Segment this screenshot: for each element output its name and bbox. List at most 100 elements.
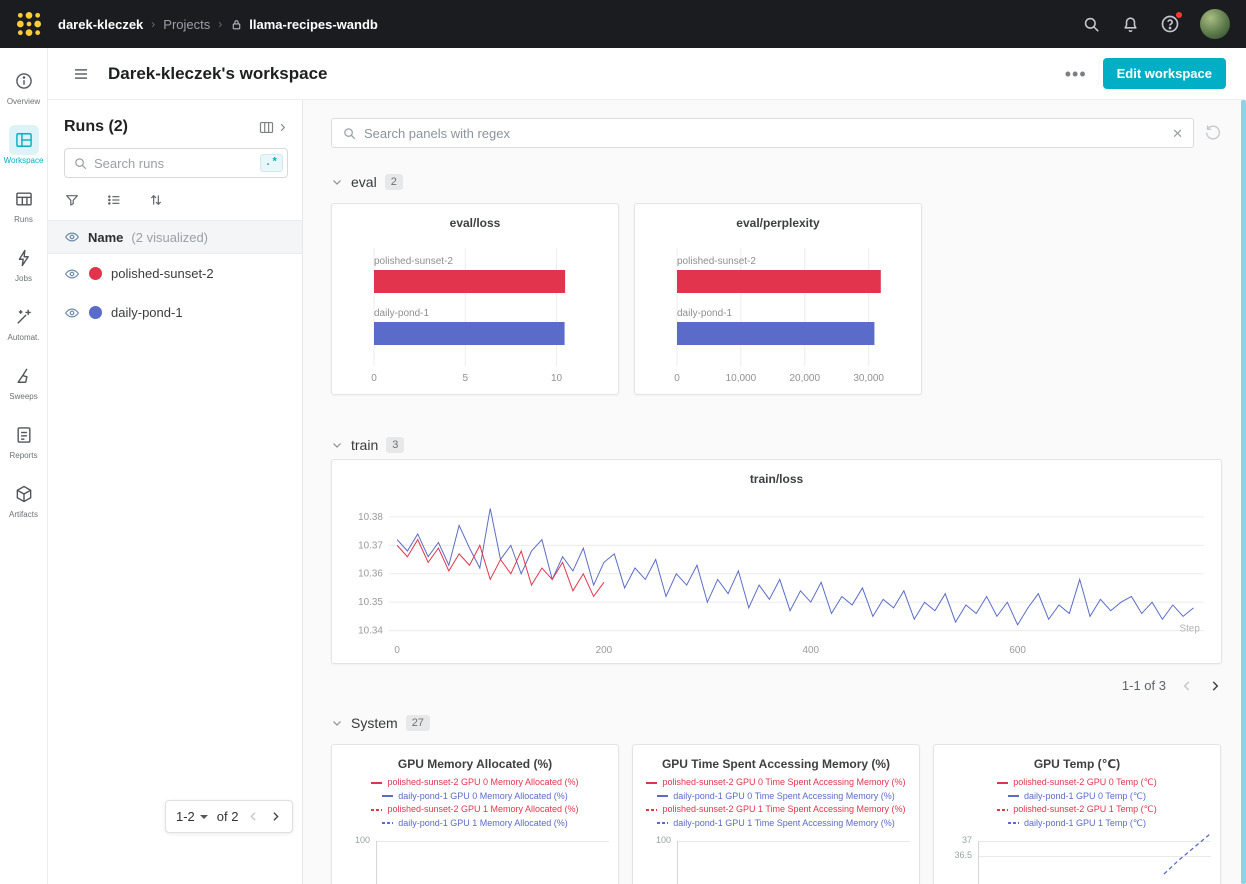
legend-item[interactable]: daily-pond-1 GPU 0 Temp (℃) [934, 791, 1220, 803]
sidebar-item-artifacts[interactable]: Artifacts [0, 479, 48, 538]
breadcrumb-project[interactable]: llama-recipes-wandb [249, 17, 378, 32]
breadcrumb-projects[interactable]: Projects [163, 17, 210, 32]
eye-icon[interactable] [64, 229, 80, 245]
filter-icon[interactable] [64, 192, 80, 208]
page-total: of 2 [217, 809, 239, 824]
chevron-down-icon[interactable] [331, 439, 343, 451]
regex-toggle-button[interactable]: .* [260, 154, 283, 172]
chart-title: GPU Memory Allocated (%) [332, 757, 618, 771]
prev-page-button[interactable] [1180, 679, 1194, 693]
svg-text:10.36: 10.36 [358, 569, 383, 580]
runs-table-header: Name (2 visualized) [48, 220, 302, 254]
legend-item[interactable]: polished-sunset-2 GPU 1 Temp (℃) [934, 804, 1220, 816]
wandb-logo-icon[interactable] [16, 11, 42, 37]
legend-item[interactable]: daily-pond-1 GPU 1 Temp (℃) [934, 818, 1220, 830]
run-name[interactable]: daily-pond-1 [111, 305, 183, 320]
legend-item[interactable]: polished-sunset-2 GPU 0 Time Spent Acces… [633, 777, 919, 789]
runs-search-box: .* [64, 148, 288, 178]
help-icon[interactable] [1160, 14, 1180, 34]
line-swatch-icon [646, 782, 657, 784]
runs-table-expand-button[interactable] [258, 119, 288, 136]
panel-search-input[interactable] [364, 126, 1165, 141]
chart-title: GPU Time Spent Accessing Memory (%) [633, 757, 919, 771]
more-options-icon[interactable]: ••• [1065, 69, 1087, 79]
section-count-badge: 27 [406, 715, 430, 731]
legend-item[interactable]: polished-sunset-2 GPU 1 Memory Allocated… [332, 804, 618, 816]
sidebar-item-overview[interactable]: Overview [0, 66, 48, 125]
eye-icon[interactable] [64, 266, 80, 282]
page-title: Darek-kleczek's workspace [108, 64, 328, 84]
search-icon [73, 156, 88, 171]
svg-text:30,000: 30,000 [853, 373, 884, 384]
chart-legend: polished-sunset-2 GPU 0 Time Spent Acces… [633, 777, 919, 829]
sidebar-item-runs[interactable]: Runs [0, 184, 48, 243]
vertical-scrollbar[interactable] [1241, 100, 1246, 884]
clear-search-icon[interactable]: ✕ [1172, 127, 1183, 140]
legend-item[interactable]: daily-pond-1 GPU 0 Time Spent Accessing … [633, 791, 919, 803]
section-system-header: System 27 [331, 715, 1222, 731]
user-avatar[interactable] [1200, 9, 1230, 39]
chevron-down-icon[interactable] [331, 176, 343, 188]
edit-workspace-button[interactable]: Edit workspace [1103, 58, 1226, 89]
train-loss-line-chart: 10.3410.3510.3610.3710.380200400600Step [332, 460, 1221, 663]
lightning-icon [9, 243, 39, 273]
history-icon[interactable] [1204, 124, 1222, 142]
line-swatch-icon [382, 822, 393, 824]
line-swatch-icon [1008, 795, 1019, 797]
next-page-button[interactable] [269, 810, 282, 823]
legend-item[interactable]: daily-pond-1 GPU 1 Time Spent Accessing … [633, 818, 919, 830]
sidebar-item-automations[interactable]: Automat. [0, 302, 48, 361]
chart-panel-gpu-memory[interactable]: GPU Memory Allocated (%) polished-sunset… [331, 744, 619, 884]
chart-title: eval/loss [332, 216, 618, 230]
section-label[interactable]: System [351, 715, 398, 731]
next-page-button[interactable] [1208, 679, 1222, 693]
sort-icon[interactable] [148, 192, 164, 208]
artifacts-cube-icon [9, 479, 39, 509]
notification-dot [1175, 11, 1183, 19]
runs-search-input[interactable] [94, 156, 254, 171]
run-color-dot [89, 267, 102, 280]
svg-text:daily-pond-1: daily-pond-1 [374, 308, 429, 319]
panel-search-box: ✕ [331, 118, 1194, 148]
run-row-daily-pond-1[interactable]: daily-pond-1 [48, 293, 302, 332]
breadcrumb-user[interactable]: darek-kleczek [58, 17, 143, 32]
chart-panel-train-loss[interactable]: train/loss 10.3410.3510.3610.3710.380200… [331, 459, 1222, 664]
run-color-dot [89, 306, 102, 319]
svg-text:10,000: 10,000 [726, 373, 757, 384]
legend-item[interactable]: daily-pond-1 GPU 0 Memory Allocated (%) [332, 791, 618, 803]
workspace-main: ✕ eval 2 eval/loss 0510polished-sunset-2… [303, 100, 1246, 884]
chart-legend: polished-sunset-2 GPU 0 Memory Allocated… [332, 777, 618, 829]
legend-item[interactable]: polished-sunset-2 GPU 0 Temp (℃) [934, 777, 1220, 789]
chart-panel-gpu-time[interactable]: GPU Time Spent Accessing Memory (%) poli… [632, 744, 920, 884]
hamburger-menu-icon[interactable] [72, 65, 90, 83]
chart-panel-eval-loss[interactable]: eval/loss 0510polished-sunset-2daily-pon… [331, 203, 619, 395]
notifications-bell-icon[interactable] [1121, 15, 1140, 34]
search-icon[interactable] [1082, 15, 1101, 34]
line-swatch-icon [371, 782, 382, 784]
sidebar-item-sweeps[interactable]: Sweeps [0, 361, 48, 420]
plot-area [376, 841, 609, 884]
legend-item[interactable]: polished-sunset-2 GPU 1 Time Spent Acces… [633, 804, 919, 816]
eye-icon[interactable] [64, 305, 80, 321]
run-name[interactable]: polished-sunset-2 [111, 266, 214, 281]
page-range-dropdown[interactable]: 1-2 [176, 809, 195, 824]
run-row-polished-sunset-2[interactable]: polished-sunset-2 [48, 254, 302, 293]
report-doc-icon [9, 420, 39, 450]
chevron-down-icon[interactable] [331, 717, 343, 729]
group-icon[interactable] [106, 192, 122, 208]
name-column-header[interactable]: Name [88, 230, 123, 245]
left-nav-rail: Overview Workspace Runs Jobs Automat. [0, 48, 48, 884]
sidebar-item-jobs[interactable]: Jobs [0, 243, 48, 302]
chart-panel-gpu-temp[interactable]: GPU Temp (℃) polished-sunset-2 GPU 0 Tem… [933, 744, 1221, 884]
sidebar-item-workspace[interactable]: Workspace [0, 125, 48, 184]
section-label[interactable]: eval [351, 174, 377, 190]
section-label[interactable]: train [351, 437, 378, 453]
plot-area [677, 841, 910, 884]
line-swatch-icon [997, 782, 1008, 784]
legend-item[interactable]: daily-pond-1 GPU 1 Memory Allocated (%) [332, 818, 618, 830]
legend-item[interactable]: polished-sunset-2 GPU 0 Memory Allocated… [332, 777, 618, 789]
line-swatch-icon [371, 809, 382, 811]
chart-panel-eval-perplexity[interactable]: eval/perplexity 010,00020,00030,000polis… [634, 203, 922, 395]
sidebar-item-reports[interactable]: Reports [0, 420, 48, 479]
prev-page-button[interactable] [247, 810, 260, 823]
